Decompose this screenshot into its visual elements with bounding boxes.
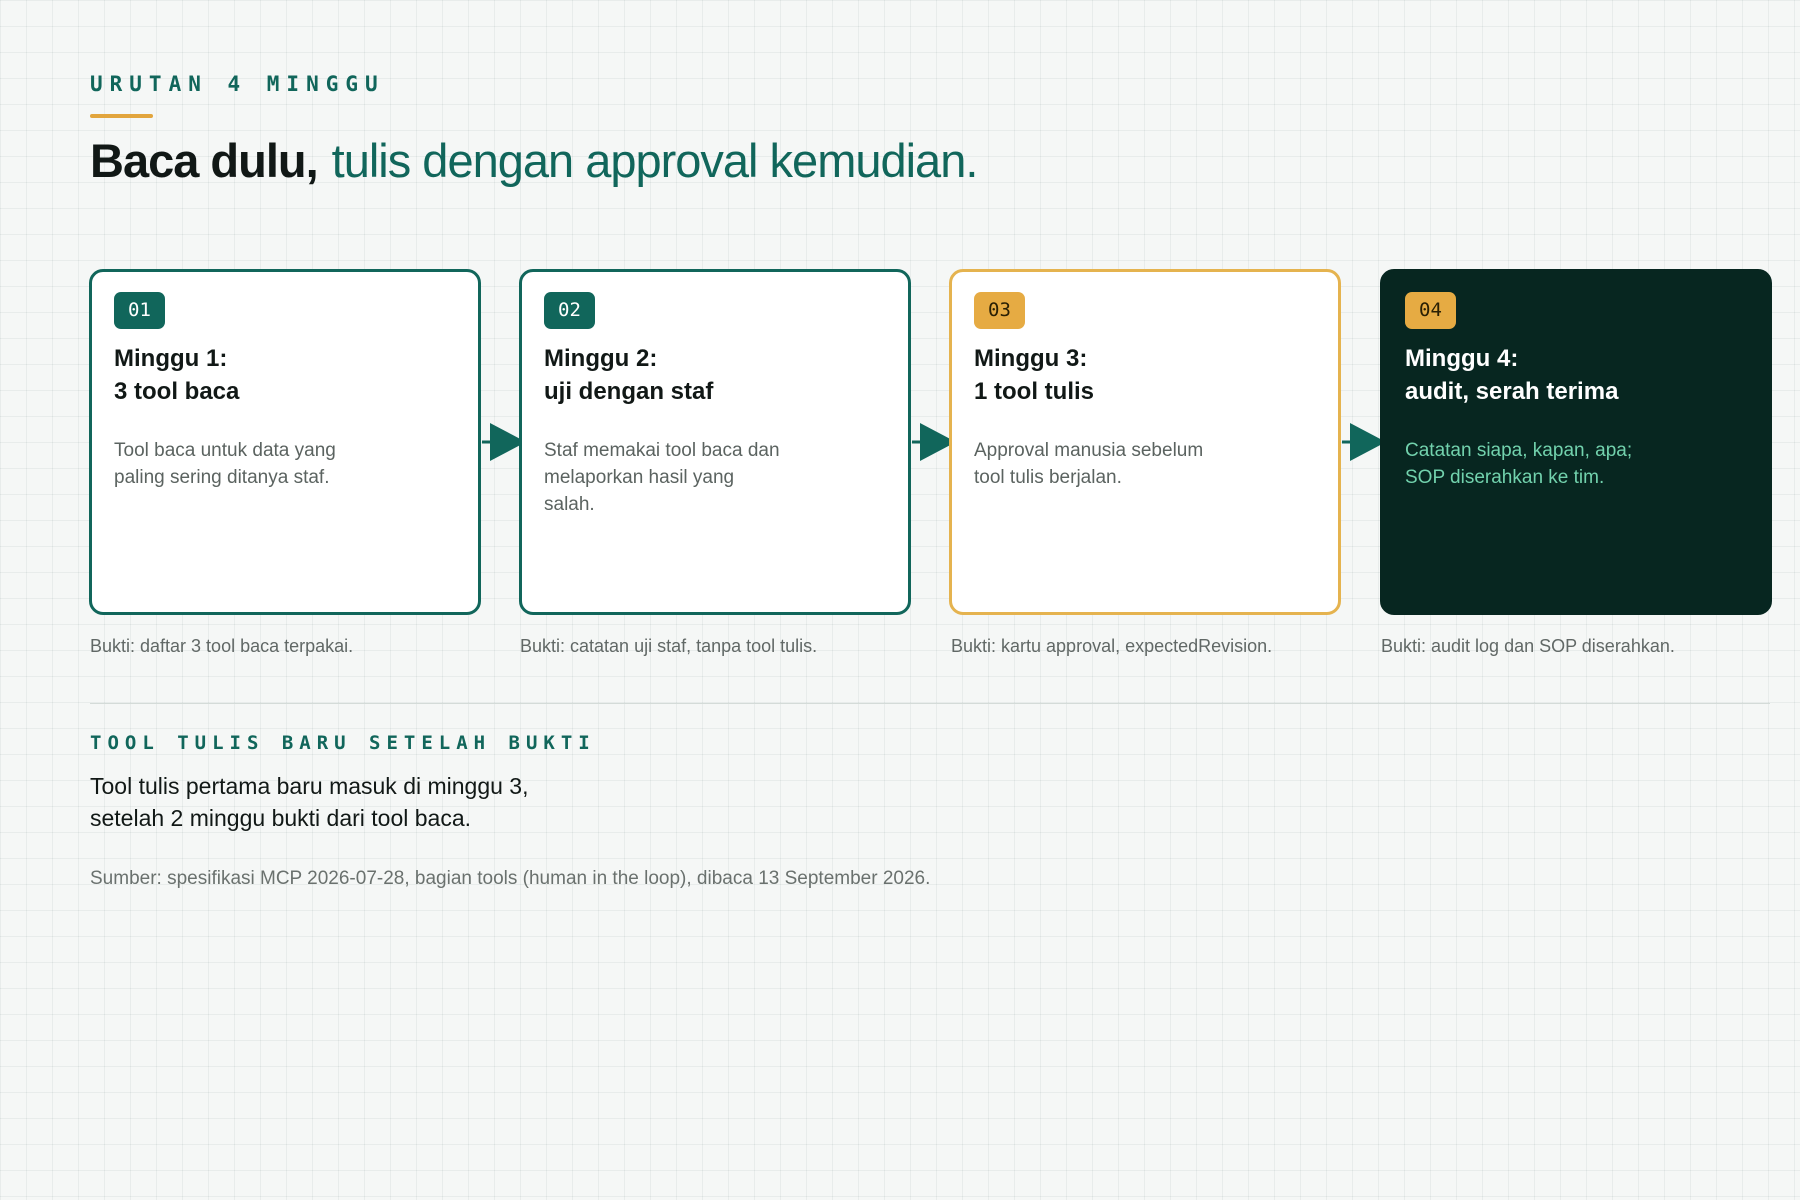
step-proof-week-4: Bukti: audit log dan SOP diserahkan.: [1381, 636, 1675, 656]
step-description: Approval manusia sebelum tool tulis berj…: [974, 440, 1204, 488]
footer-statement: Tool tulis pertama baru masuk di minggu …: [90, 770, 529, 834]
step-card-week-1: 01 Minggu 1: 3 tool baca Tool baca untuk…: [89, 269, 481, 615]
step-title-line2: 3 tool baca: [114, 378, 240, 405]
step-title-line2: audit, serah terima: [1405, 378, 1619, 405]
step-title-line1: Minggu 4:: [1405, 345, 1519, 372]
step-number-badge: 02: [544, 292, 595, 329]
step-title-line1: Minggu 2:: [544, 345, 658, 372]
step-proof-week-1: Bukti: daftar 3 tool baca terpakai.: [90, 636, 354, 656]
step-description: Tool baca untuk data yang paling sering …: [114, 440, 336, 488]
footer-statement-line2: setelah 2 minggu bukti dari tool baca.: [90, 805, 472, 831]
step-proof-week-3: Bukti: kartu approval, expectedRevision.: [951, 636, 1273, 656]
section-divider: [90, 703, 1770, 704]
footer-eyebrow: TOOL TULIS BARU SETELAH BUKTI: [90, 732, 596, 754]
footer-statement-line1: Tool tulis pertama baru masuk di minggu …: [90, 773, 529, 799]
step-card-week-4: 04 Minggu 4: audit, serah terima Catatan…: [1380, 269, 1772, 615]
step-number-badge: 01: [114, 292, 165, 329]
step-description: Staf memakai tool baca dan melaporkan ha…: [544, 440, 780, 515]
step-description: Catatan siapa, kapan, apa; SOP diserahka…: [1405, 440, 1633, 488]
step-proof-week-2: Bukti: catatan uji staf, tanpa tool tuli…: [520, 636, 818, 656]
step-title-line2: 1 tool tulis: [974, 378, 1094, 405]
step-card-week-3: 03 Minggu 3: 1 tool tulis Approval manus…: [949, 269, 1341, 615]
step-card-week-2: 02 Minggu 2: uji dengan staf Staf memaka…: [519, 269, 911, 615]
source-note: Sumber: spesifikasi MCP 2026-07-28, bagi…: [90, 868, 931, 889]
step-title: Minggu 4: audit, serah terima: [1405, 342, 1745, 408]
step-title: Minggu 1: 3 tool baca: [114, 342, 454, 408]
step-title-line1: Minggu 1:: [114, 345, 228, 372]
step-number-badge: 04: [1405, 292, 1456, 329]
step-title: Minggu 3: 1 tool tulis: [974, 342, 1314, 408]
step-title-line1: Minggu 3:: [974, 345, 1088, 372]
step-title: Minggu 2: uji dengan staf: [544, 342, 884, 408]
step-title-line2: uji dengan staf: [544, 378, 714, 405]
step-number-badge: 03: [974, 292, 1025, 329]
